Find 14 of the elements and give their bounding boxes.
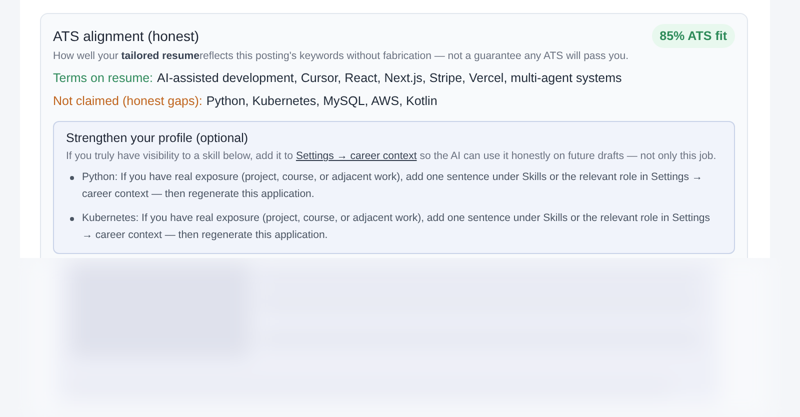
tip-text: Python: If you have real exposure (project, course, or adjacent work), add one sentence under Skills or the relevant role in Settings → career context — then regenerate this application. <box>82 170 704 202</box>
settings-link[interactable]: Settings → career context <box>296 150 417 162</box>
terms-list: Python, Kubernetes, MySQL, AWS, Kotlin <box>206 94 438 108</box>
terms-label: Terms on resume: <box>53 71 154 85</box>
tip-text: Kubernetes: If you have real exposure (project, course, or adjacent work), add one sentence under Skills or the relevant role in Settings → career context — then regenerate this application. <box>82 211 712 243</box>
terms-label: Not claimed (honest gaps): <box>53 94 202 108</box>
terms-list: AI-assisted development, Cursor, React, Next.js, Stripe, Vercel, multi-agent systems <box>157 71 622 85</box>
box-title: Strengthen your profile (optional) <box>66 131 250 145</box>
ats-fit-badge: 85% ATS fit <box>652 24 735 48</box>
bullet-icon <box>70 176 74 180</box>
card-subtitle: How well your tailored resumereflects this posting's keywords without fabrication — not a guarantee any ATS will pass you. <box>53 50 630 62</box>
intro-text: If you truly have visibility to a skill below, add it to Settings → career context so the AI can use it honestly on future drafts — not only this job. <box>66 150 718 162</box>
card-title: ATS alignment (honest) <box>53 28 200 44</box>
bullet-icon <box>70 217 74 221</box>
